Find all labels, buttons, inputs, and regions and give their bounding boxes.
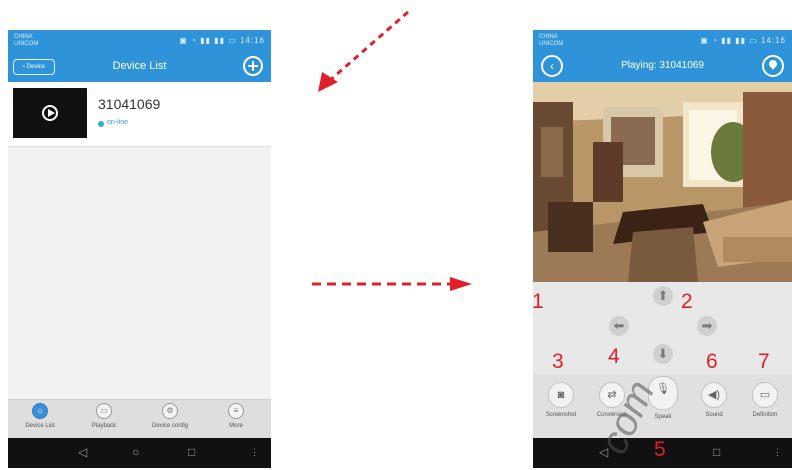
nav-menu-icon[interactable]: ⋮ — [773, 447, 782, 458]
annotation-7: 7 — [758, 350, 770, 373]
home-icon: ⌂ — [32, 403, 48, 419]
status-time: 14:16 — [760, 36, 786, 45]
tab-playback[interactable]: ▭ Playback — [74, 403, 134, 429]
tab-device-list[interactable]: ⌂ Device List — [10, 403, 70, 429]
online-status-icon — [98, 121, 104, 127]
nav-recents-icon[interactable]: □ — [713, 445, 720, 459]
carrier-text: CHINA UNICOM — [539, 34, 564, 47]
status-bar: CHINA UNICOM ▣ ◔ ▮▮ ▮▮ ▭ 14:16 — [8, 30, 271, 52]
hotel-room-image — [533, 82, 792, 282]
tab-label: More — [229, 423, 243, 429]
monitor-icon: ▭ — [752, 382, 778, 408]
nav-menu-icon[interactable]: ⋮ — [250, 447, 259, 458]
pan-down-icon[interactable]: ⬇ — [653, 344, 673, 364]
control-label: Definition — [752, 412, 778, 418]
carrier-text: CHINA UNICOM — [14, 34, 39, 47]
bottom-tab-bar: ⌂ Device List ▭ Playback ⚙ Device config… — [8, 399, 271, 438]
annotation-1: 1 — [532, 290, 544, 313]
tab-label: Playback — [91, 423, 117, 429]
menu-icon: ≡ — [228, 403, 244, 419]
pan-up-icon[interactable]: ⬆ — [653, 286, 673, 306]
system-nav-bar: ◁ ○ □ ⋮ — [8, 438, 271, 468]
location-pin-icon[interactable] — [762, 55, 784, 77]
nav-home-icon[interactable]: ○ — [132, 445, 139, 459]
status-icons: ▣ ◔ ▮▮ ▮▮ ▭ 14:16 — [700, 36, 786, 45]
dashed-arrow-to-device-list — [327, 10, 409, 84]
annotation-2: 2 — [681, 290, 693, 313]
nav-back-icon[interactable]: ◁ — [78, 445, 87, 459]
control-label: Sound — [705, 412, 723, 418]
status-bar: CHINA UNICOM ▣ ◔ ▮▮ ▮▮ ▭ 14:16 — [533, 30, 792, 52]
playback-controls: ◙ Screenshot ⇄ Conversion 🎙 Speak ◀) Sou… — [533, 374, 792, 438]
arrowhead-left — [318, 72, 338, 92]
device-thumbnail[interactable] — [13, 88, 87, 138]
header-bar: ‹ Device Device List — [8, 52, 271, 82]
device-list-item[interactable]: 31041069 on-line — [8, 82, 271, 147]
annotation-6: 6 — [706, 350, 718, 373]
tab-more[interactable]: ≡ More — [206, 403, 266, 429]
playback-icon: ▭ — [96, 403, 112, 419]
ptz-control-pad: ⬆ ⬅ ➡ ⬇ — [533, 282, 792, 374]
tab-label: Device List — [25, 423, 55, 429]
camera-icon: ◙ — [548, 382, 574, 408]
header-bar: ‹ Playing: 31041069 — [533, 52, 792, 82]
tab-device-config[interactable]: ⚙ Device config — [140, 403, 200, 429]
screenshot-button[interactable]: ◙ Screenshot — [537, 382, 585, 418]
device-name: 31041069 — [98, 96, 161, 112]
device-status: on-line — [107, 119, 129, 126]
status-time: 14:16 — [239, 36, 265, 45]
nav-recents-icon[interactable]: □ — [188, 445, 195, 459]
gear-icon: ⚙ — [162, 403, 178, 419]
add-device-icon[interactable] — [243, 56, 263, 76]
annotation-4: 4 — [608, 345, 620, 368]
pan-left-icon[interactable]: ⬅ — [609, 316, 629, 336]
play-icon[interactable] — [42, 105, 58, 121]
tab-label: Device config — [151, 423, 189, 429]
pan-right-icon[interactable]: ➡ — [697, 316, 717, 336]
control-label: Screenshot — [545, 412, 577, 418]
annotation-3: 3 — [552, 350, 564, 373]
device-list-screen: CHINA UNICOM ▣ ◔ ▮▮ ▮▮ ▭ 14:16 ‹ Device … — [8, 30, 271, 468]
page-title: Playing: 31041069 — [621, 60, 704, 71]
sound-button[interactable]: ◀) Sound — [690, 382, 738, 418]
definition-button[interactable]: ▭ Definition — [741, 382, 789, 418]
arrowhead-right — [450, 277, 472, 291]
annotation-5: 5 — [654, 438, 666, 461]
status-icons: ▣ ◔ ▮▮ ▮▮ ▭ 14:16 — [179, 36, 265, 45]
live-video-view[interactable] — [533, 82, 792, 282]
page-title: Device List — [112, 60, 167, 72]
speaker-icon: ◀) — [701, 382, 727, 408]
playing-screen: CHINA UNICOM ▣ ◔ ▮▮ ▮▮ ▭ 14:16 ‹ Playing… — [533, 30, 792, 468]
